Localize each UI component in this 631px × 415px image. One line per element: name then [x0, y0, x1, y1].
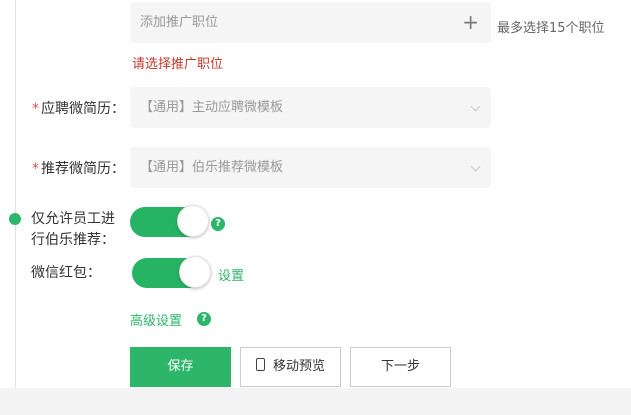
add-position-placeholder: 添加推广职位 [140, 15, 219, 30]
recommend-template-label-text: 推荐微简历： [41, 161, 125, 177]
resume-template-label: * 应聘微简历： [32, 98, 125, 118]
wechat-hongbao-label: 微信红包： [31, 265, 101, 281]
employee-only-toggle[interactable] [130, 205, 209, 237]
chevron-down-icon [470, 161, 481, 172]
wechat-hongbao-toggle[interactable] [132, 256, 211, 288]
next-step-button[interactable]: 下一步 [350, 347, 451, 387]
next-step-label: 下一步 [380, 359, 420, 374]
employee-only-label: 仅允许员工进行伯乐推荐： [31, 211, 115, 248]
toggle-knob [179, 256, 211, 288]
help-icon[interactable]: ? [211, 217, 225, 231]
hongbao-settings-link[interactable]: 设置 [218, 265, 244, 284]
chevron-down-icon [470, 101, 481, 112]
mobile-preview-label: 移动预览 [272, 359, 325, 374]
save-button[interactable]: 保存 [130, 347, 231, 387]
max-positions-hint: 最多选择15个职位 [497, 21, 605, 36]
plus-icon[interactable]: + [462, 2, 479, 43]
advanced-settings-link[interactable]: 高级设置 [130, 310, 182, 329]
recommend-template-label: * 推荐微简历： [32, 158, 125, 178]
mobile-preview-button[interactable]: 移动预览 [240, 347, 341, 387]
recommend-template-select[interactable]: 【通用】伯乐推荐微模板 [130, 147, 491, 188]
page-footer-background [0, 388, 631, 415]
save-button-label: 保存 [167, 359, 194, 374]
resume-template-select[interactable]: 【通用】主动应聘微模板 [130, 87, 491, 128]
timeline-line [15, 0, 16, 388]
toggle-knob [177, 205, 209, 237]
phone-icon [255, 358, 265, 371]
resume-template-value: 【通用】主动应聘微模板 [140, 100, 284, 115]
add-position-field[interactable]: 添加推广职位 + [130, 2, 491, 43]
position-error-message: 请选择推广职位 [132, 57, 224, 72]
resume-template-label-text: 应聘微简历： [41, 101, 125, 117]
recommend-template-value: 【通用】伯乐推荐微模板 [140, 160, 284, 175]
required-mark: * [32, 161, 39, 177]
required-mark: * [32, 101, 39, 117]
help-icon[interactable]: ? [197, 312, 211, 326]
timeline-dot [9, 213, 21, 225]
